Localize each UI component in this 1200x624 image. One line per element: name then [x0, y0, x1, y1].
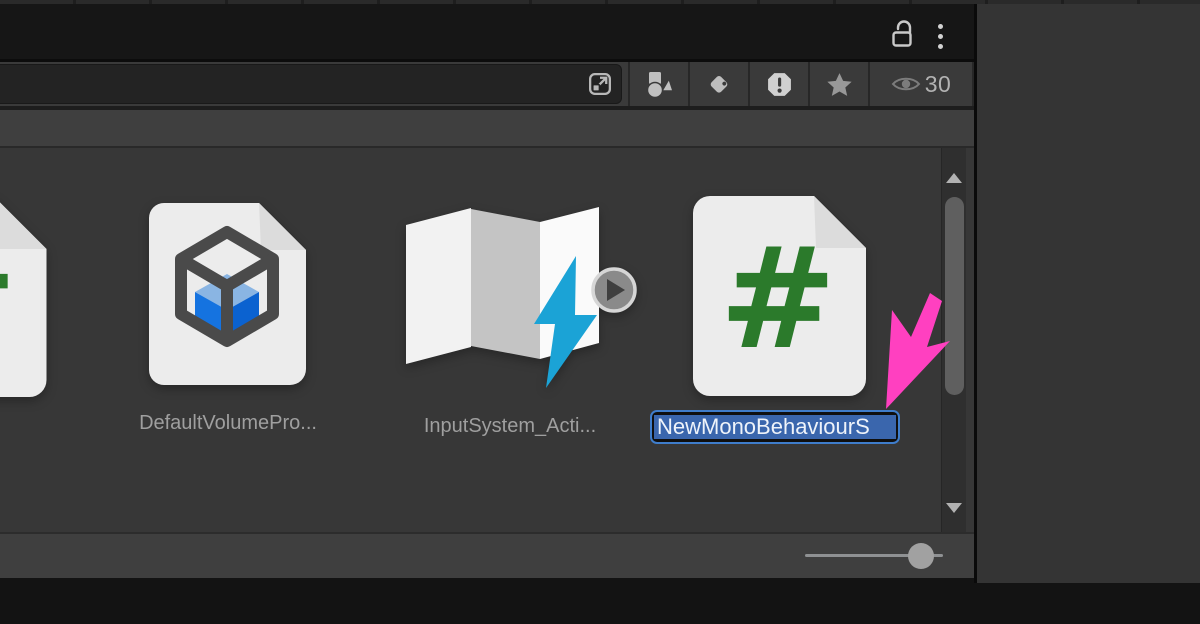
asset-label: DefaultVolumePro... — [100, 412, 356, 435]
asset-label: InputSystem_Acti... — [382, 415, 638, 438]
asset-grid: # DefaultVolumePro... — [0, 148, 974, 532]
adjacent-panel — [977, 0, 1200, 583]
unity-editor-screenshot: 30 # — [0, 0, 1200, 624]
open-in-new-icon[interactable] — [585, 69, 615, 99]
type-filter-icon — [644, 69, 674, 99]
visibility-toggle[interactable]: 30 — [868, 62, 974, 106]
visibility-count: 30 — [925, 71, 952, 98]
breadcrumb-bar — [0, 110, 974, 148]
type-filter-button[interactable] — [628, 62, 688, 106]
warning-filter-button[interactable] — [748, 62, 808, 106]
asset-icon-input-actions[interactable] — [403, 206, 643, 398]
window-top-edge — [0, 0, 1200, 4]
unlock-icon[interactable] — [888, 17, 916, 49]
search-field[interactable] — [0, 64, 622, 104]
asset-icon-script-partial[interactable]: # — [0, 196, 48, 398]
csharp-hash-glyph: # — [0, 219, 17, 382]
asset-icon-volume-profile[interactable] — [148, 202, 307, 393]
asset-icon-script[interactable]: # — [692, 195, 867, 397]
scroll-up-arrow-icon[interactable] — [946, 173, 962, 183]
search-input[interactable] — [0, 74, 585, 95]
rename-input[interactable]: NewMonoBehaviourS — [650, 410, 900, 444]
rename-selected-text: NewMonoBehaviourS — [654, 415, 896, 439]
annotation-arrow-icon — [875, 288, 955, 420]
favorites-star-icon — [826, 71, 853, 98]
more-kebab-icon[interactable] — [930, 18, 950, 54]
zoom-slider-knob[interactable] — [908, 543, 934, 569]
search-toolbar: 30 — [0, 62, 974, 106]
panel-divider[interactable] — [974, 0, 977, 583]
visibility-eye-icon — [891, 74, 921, 94]
search-filter-buttons: 30 — [628, 62, 974, 106]
project-panel: 30 # — [0, 0, 974, 578]
csharp-hash-glyph: # — [719, 218, 836, 381]
scroll-down-arrow-icon[interactable] — [946, 503, 962, 513]
label-filter-icon — [706, 70, 733, 98]
status-bar — [0, 532, 974, 578]
warning-filter-icon — [766, 71, 793, 98]
favorites-button[interactable] — [808, 62, 868, 106]
panel-titlebar — [0, 4, 974, 59]
label-filter-button[interactable] — [688, 62, 748, 106]
